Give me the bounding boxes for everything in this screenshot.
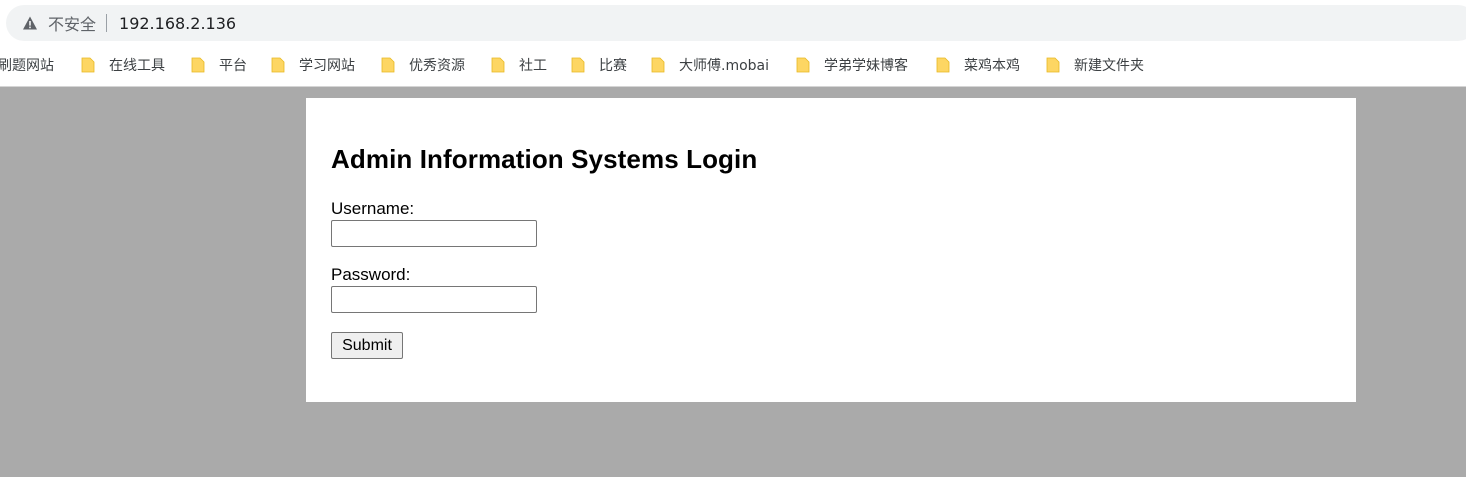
bookmark-label: 平台 <box>219 58 247 74</box>
login-panel: Admin Information Systems Login Username… <box>306 98 1356 402</box>
bookmark-label: 在线工具 <box>109 58 165 74</box>
folder-icon <box>81 57 95 73</box>
bookmark-folder[interactable]: 学习网站 <box>271 51 355 79</box>
submit-button[interactable]: Submit <box>331 332 403 359</box>
folder-icon <box>1046 57 1060 73</box>
url-text[interactable]: 192.168.2.136 <box>119 14 236 33</box>
password-input[interactable] <box>331 286 537 313</box>
bookmark-folder[interactable]: 社工 <box>491 51 547 79</box>
folder-icon <box>796 57 810 73</box>
bookmark-folder[interactable]: 比赛 <box>571 51 627 79</box>
folder-icon <box>271 57 285 73</box>
chrome-divider <box>0 86 1466 87</box>
username-label: Username: <box>331 199 415 218</box>
password-label: Password: <box>331 265 411 284</box>
folder-icon <box>491 57 505 73</box>
folder-icon <box>571 57 585 73</box>
bookmark-folder[interactable]: 在线工具 <box>81 51 165 79</box>
bookmark-folder[interactable]: 优秀资源 <box>381 51 465 79</box>
bookmark-label: 菜鸡本鸡 <box>964 58 1020 74</box>
folder-icon <box>381 57 395 73</box>
bookmark-folder[interactable]: 新建文件夹 <box>1046 51 1144 79</box>
bookmark-label: 学习网站 <box>299 58 355 74</box>
warning-icon[interactable] <box>22 15 38 31</box>
username-input[interactable] <box>331 220 537 247</box>
bookmarks-bar: 刷题网站 在线工具 平台 学习网站 优秀资源 社工 比赛 大师傅.mobai 学… <box>0 48 1466 82</box>
bookmark-label: 刷题网站 <box>0 58 54 74</box>
bookmark-label: 学弟学妹博客 <box>824 58 908 74</box>
bookmark-label: 比赛 <box>599 58 627 74</box>
bookmark-folder[interactable]: 大师傅.mobai <box>651 51 769 79</box>
page-title: Admin Information Systems Login <box>331 144 758 174</box>
bookmark-label: 优秀资源 <box>409 58 465 74</box>
bookmark-folder[interactable]: 学弟学妹博客 <box>796 51 908 79</box>
address-bar-separator <box>106 14 108 32</box>
security-status-label[interactable]: 不安全 <box>48 11 96 35</box>
folder-icon <box>651 57 665 73</box>
bookmark-label: 大师傅.mobai <box>679 58 770 74</box>
address-bar[interactable]: 不安全 192.168.2.136 <box>6 5 1466 41</box>
bookmark-label: 社工 <box>519 58 547 74</box>
folder-icon <box>191 57 205 73</box>
bookmark-label: 新建文件夹 <box>1074 58 1144 74</box>
bookmark-item[interactable]: 刷题网站 <box>0 51 54 79</box>
bookmark-folder[interactable]: 平台 <box>191 51 247 79</box>
folder-icon <box>936 57 950 73</box>
browser-chrome: 不安全 192.168.2.136 刷题网站 在线工具 平台 学习网站 优秀资源… <box>0 0 1466 87</box>
bookmark-folder[interactable]: 菜鸡本鸡 <box>936 51 1020 79</box>
